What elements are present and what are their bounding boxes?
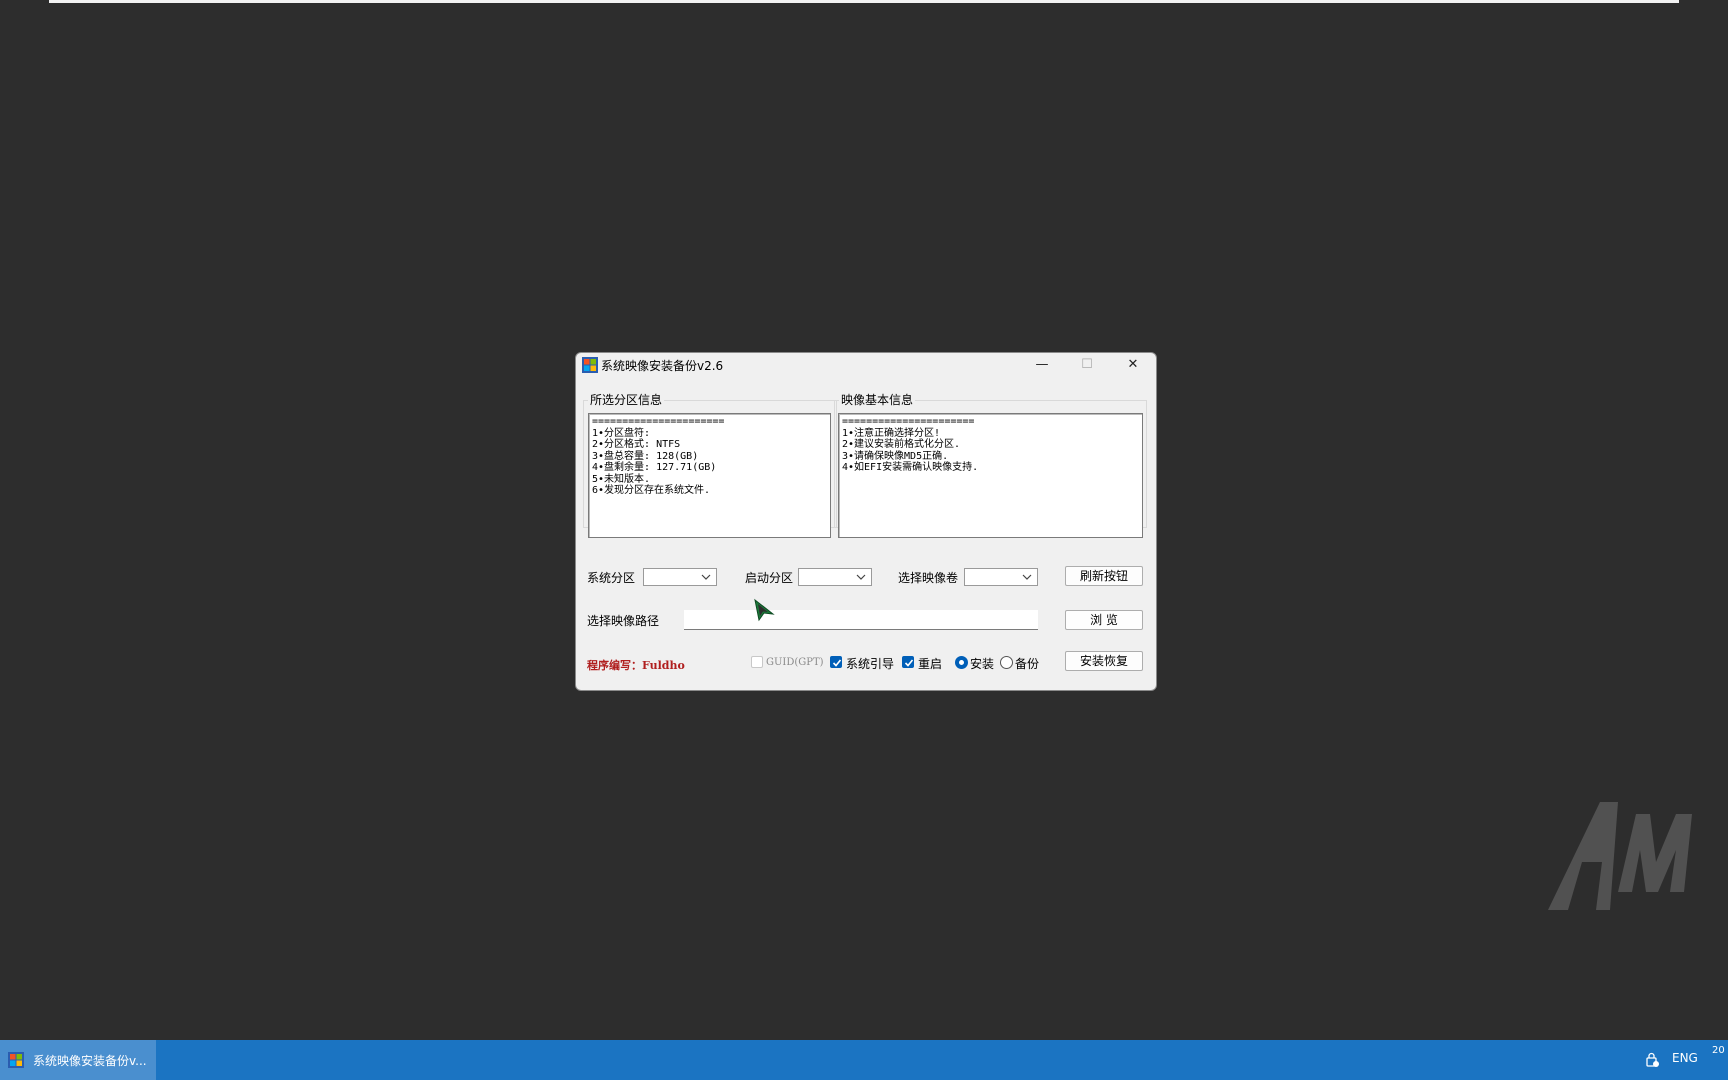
watermark-logo <box>1548 802 1692 910</box>
taskbar: 系统映像安装备份v... <box>0 1040 1728 1080</box>
mouse-cursor-icon <box>754 598 775 622</box>
image-path-input[interactable] <box>684 610 1038 630</box>
chevron-down-icon <box>856 574 866 580</box>
system-partition-select[interactable] <box>643 568 717 586</box>
chevron-down-icon <box>1022 574 1032 580</box>
guid-checkbox[interactable] <box>751 656 763 668</box>
title-bar[interactable]: 系统映像安装备份v2.6 — ☐ ✕ <box>576 353 1156 377</box>
boot-partition-select[interactable] <box>798 568 872 586</box>
system-boot-label: 系统引导 <box>846 657 895 671</box>
install-radio[interactable] <box>955 656 968 669</box>
refresh-button[interactable]: 刷新按钮 <box>1065 566 1143 586</box>
taskbar-clock[interactable]: 20 <box>1712 1044 1728 1058</box>
restart-checkbox[interactable] <box>902 656 914 668</box>
restart-label: 重启 <box>918 657 943 671</box>
minimize-button[interactable]: — <box>1019 353 1065 377</box>
system-partition-label: 系统分区 <box>587 571 636 585</box>
install-restore-button[interactable]: 安装恢复 <box>1065 651 1143 671</box>
top-edge-line <box>49 0 1679 3</box>
check-icon <box>832 659 842 667</box>
install-label: 安装 <box>970 657 995 671</box>
backup-radio[interactable] <box>1000 656 1013 669</box>
backup-label: 备份 <box>1015 657 1040 671</box>
main-dialog: 系统映像安装备份v2.6 — ☐ ✕ 所选分区信息 ==============… <box>575 352 1157 691</box>
system-boot-checkbox[interactable] <box>830 656 842 668</box>
image-info-title: 映像基本信息 <box>839 391 916 408</box>
image-path-label: 选择映像路径 <box>587 614 660 628</box>
app-icon <box>8 1052 24 1068</box>
partition-info-title: 所选分区信息 <box>588 391 665 408</box>
window-title: 系统映像安装备份v2.6 <box>601 359 724 373</box>
taskbar-app-label: 系统映像安装备份v... <box>33 1054 147 1068</box>
app-icon <box>582 357 598 373</box>
image-volume-select[interactable] <box>964 568 1038 586</box>
browse-button[interactable]: 浏 览 <box>1065 610 1143 630</box>
image-volume-label: 选择映像卷 <box>898 571 959 585</box>
close-button[interactable]: ✕ <box>1110 353 1156 377</box>
image-info-text[interactable]: ====================== 1•注意正确选择分区! 2•建议安… <box>838 413 1143 538</box>
boot-partition-label: 启动分区 <box>745 571 794 585</box>
partition-info-text[interactable]: ====================== 1•分区盘符: 2•分区格式: N… <box>588 413 831 538</box>
maximize-button[interactable]: ☐ <box>1064 353 1110 377</box>
chevron-down-icon <box>701 574 711 580</box>
guid-label: GUID(GPT) <box>766 657 824 668</box>
check-icon <box>904 659 914 667</box>
security-tray-icon[interactable] <box>1644 1052 1660 1068</box>
author-credit: 程序编写：Fuldho <box>587 659 685 672</box>
language-indicator[interactable]: ENG <box>1672 1051 1698 1065</box>
taskbar-app-item[interactable]: 系统映像安装备份v... <box>0 1040 156 1080</box>
